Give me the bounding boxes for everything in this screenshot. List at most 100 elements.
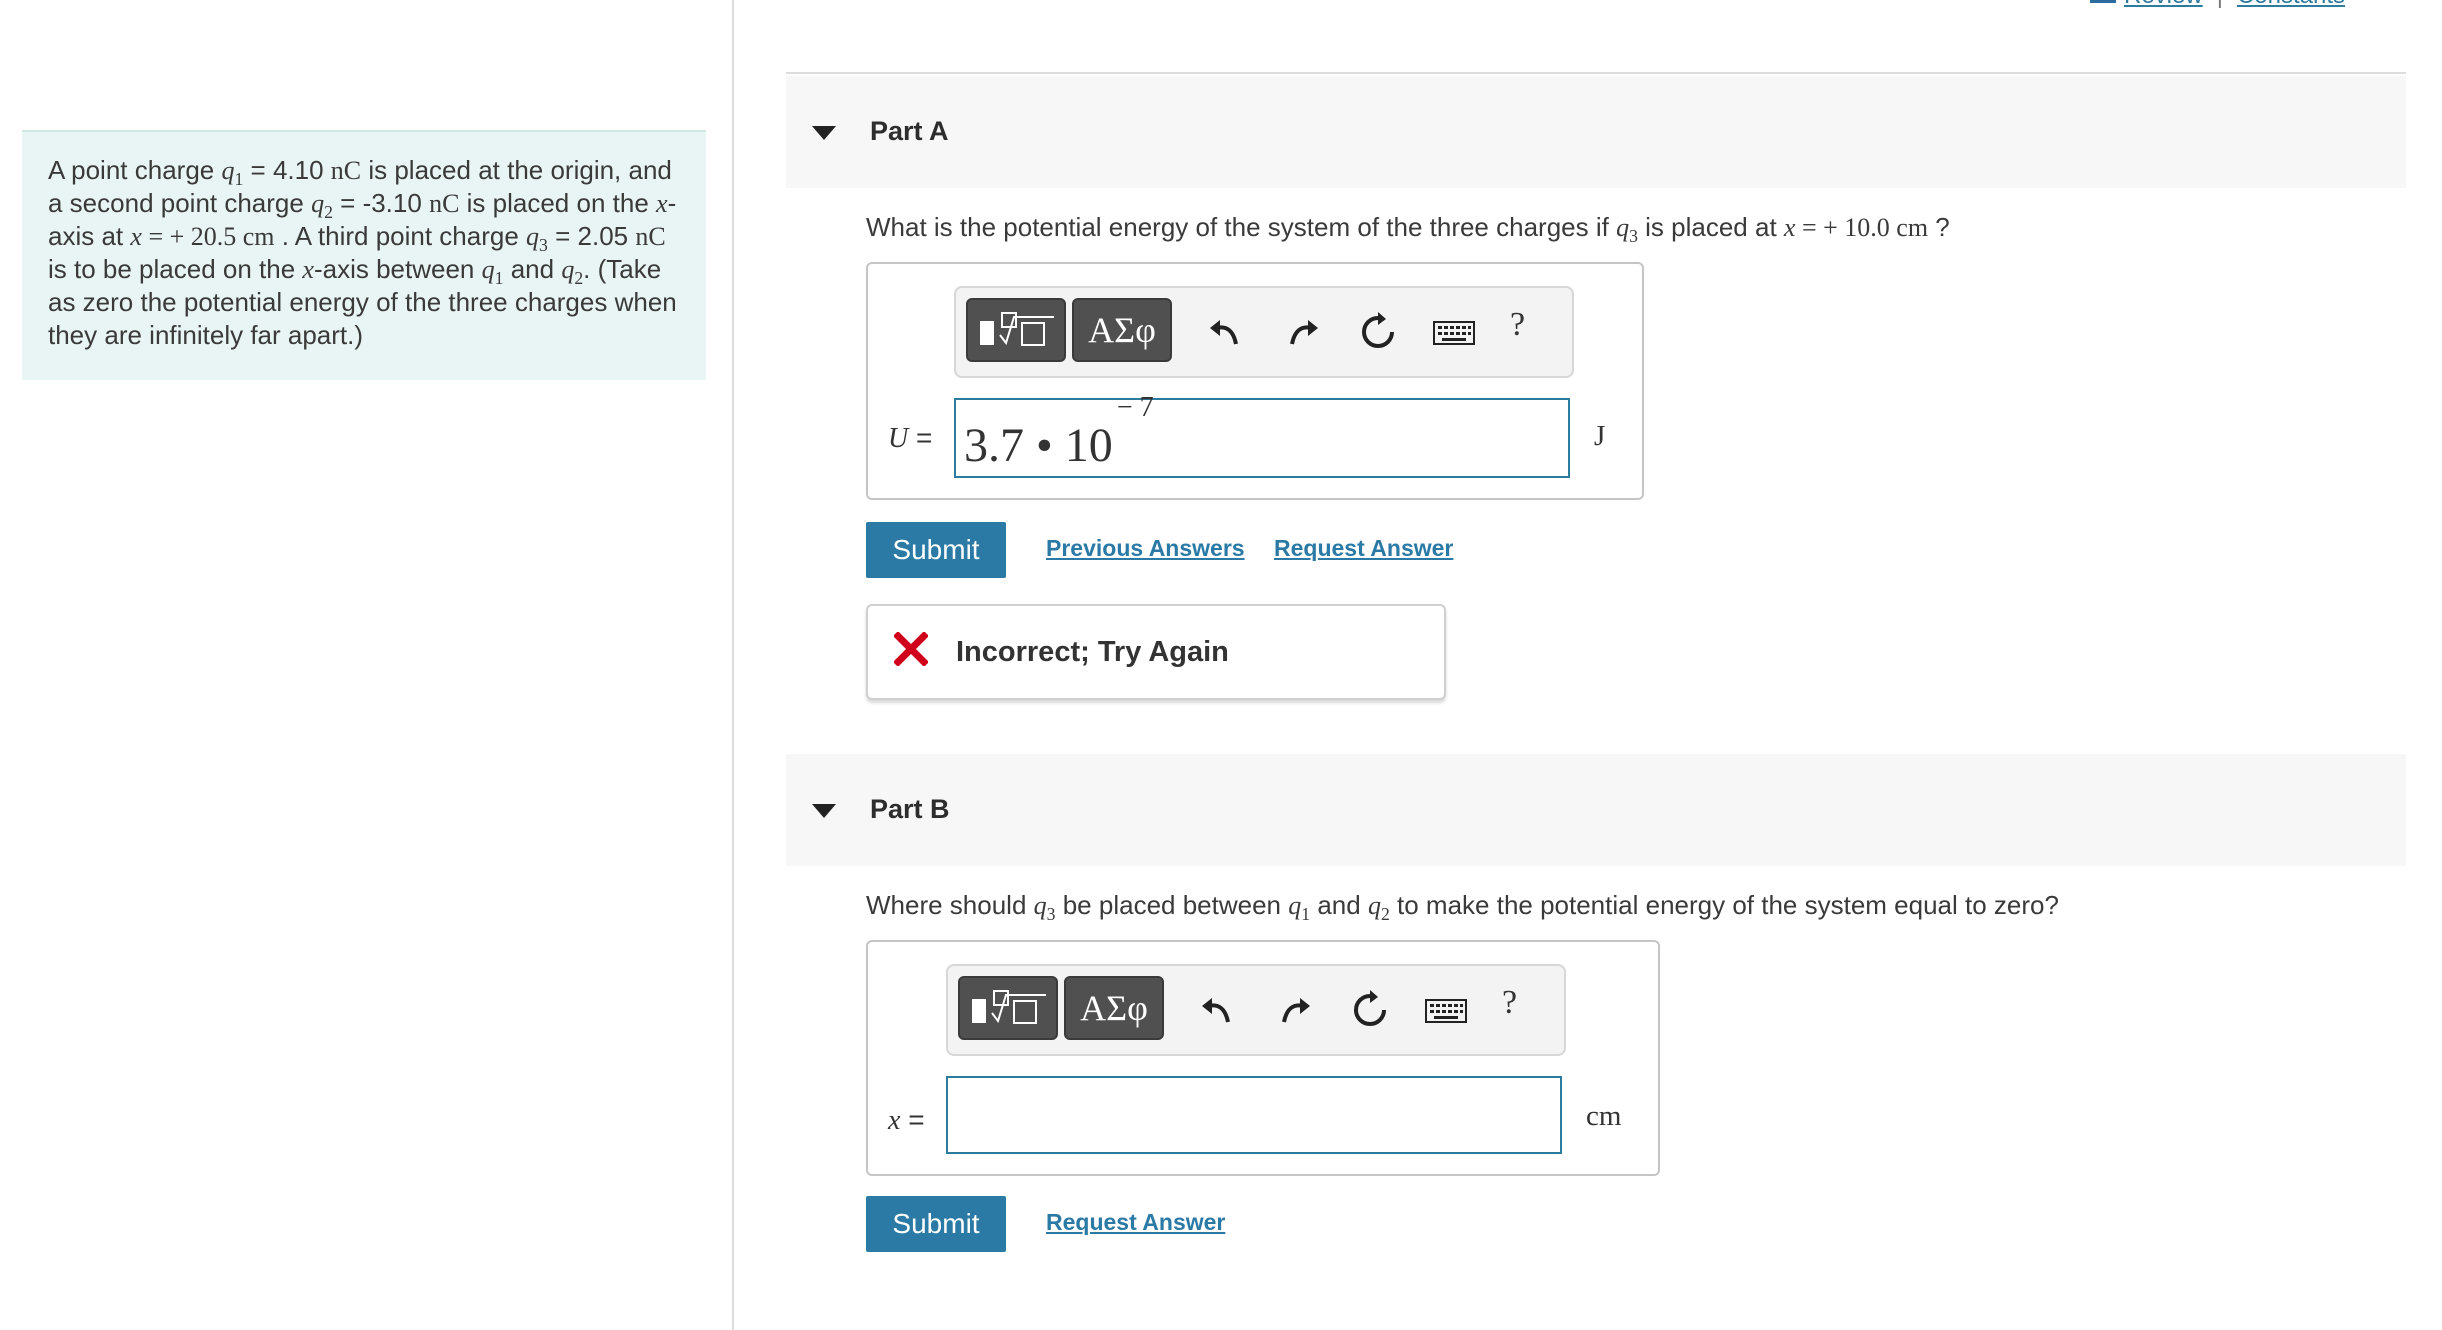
column-divider bbox=[732, 0, 734, 1330]
part-b-answer-input[interactable] bbox=[946, 1076, 1562, 1154]
part-a-header[interactable]: Part A bbox=[786, 76, 2406, 188]
templates-icon bbox=[980, 312, 1054, 346]
part-a-math-toolbar: ΑΣφ ? bbox=[954, 286, 1574, 378]
review-link[interactable]: Review bbox=[2124, 0, 2203, 9]
math-unit: nC bbox=[429, 189, 460, 218]
math-var: U bbox=[888, 423, 909, 454]
math-var: q bbox=[221, 156, 235, 185]
collapse-triangle-icon[interactable] bbox=[812, 126, 836, 140]
math-var: q bbox=[1033, 891, 1047, 920]
part-b-math-toolbar: ΑΣφ ? bbox=[946, 964, 1566, 1056]
part-b-submit-button[interactable]: Submit bbox=[866, 1196, 1006, 1252]
equals-sign: = bbox=[900, 1104, 925, 1135]
keyboard-icon[interactable] bbox=[1424, 990, 1468, 1030]
math-var: q bbox=[1616, 213, 1630, 242]
top-links: Review | Constants bbox=[2090, 0, 2345, 10]
feedback-text: Incorrect; Try Again bbox=[956, 636, 1229, 668]
math-var: x bbox=[130, 222, 142, 251]
book-icon bbox=[2090, 0, 2116, 3]
redo-icon[interactable] bbox=[1282, 312, 1322, 352]
math-var: q bbox=[311, 189, 325, 218]
math-var: q bbox=[1367, 891, 1381, 920]
part-b-question: Where should q3 be placed between q1 and… bbox=[866, 890, 2059, 925]
math-var: q bbox=[1288, 891, 1302, 920]
question-text: is placed at bbox=[1637, 212, 1777, 242]
problem-text: and bbox=[503, 254, 555, 284]
problem-text: = 4.10 bbox=[243, 155, 324, 185]
part-a-unit: J bbox=[1594, 420, 1606, 452]
part-b-variable-label: x = bbox=[888, 1104, 925, 1137]
part-a-request-answer-link[interactable]: Request Answer bbox=[1274, 535, 1453, 562]
part-a-answer-box: ΑΣφ ? U = 3.7 • 10− 7 J bbox=[866, 262, 1644, 500]
feedback-box: Incorrect; Try Again bbox=[866, 604, 1446, 700]
collapse-triangle-icon[interactable] bbox=[812, 804, 836, 818]
answer-mantissa: 3.7 • 10 bbox=[964, 419, 1113, 472]
math-sub: 3 bbox=[1629, 226, 1638, 247]
part-b-request-answer-link[interactable]: Request Answer bbox=[1046, 1209, 1225, 1236]
part-b-header[interactable]: Part B bbox=[786, 754, 2406, 866]
question-text: ? bbox=[1928, 212, 1950, 242]
problem-text: A point charge bbox=[48, 155, 215, 185]
problem-text: is to be placed on the bbox=[48, 254, 296, 284]
part-b-title: Part B bbox=[870, 794, 950, 824]
math-unit: cm bbox=[236, 222, 275, 251]
question-text: to make the potential energy of the syst… bbox=[1389, 890, 2059, 920]
incorrect-x-icon bbox=[894, 632, 928, 666]
problem-text: = 2.05 bbox=[547, 221, 629, 251]
math-sub: 2 bbox=[1380, 904, 1390, 925]
math-var: x bbox=[1783, 213, 1796, 242]
problem-text: = -3.10 bbox=[332, 188, 422, 218]
math-sub: 1 bbox=[234, 169, 244, 190]
greek-symbols-button[interactable]: ΑΣφ bbox=[1064, 976, 1164, 1040]
problem-text: -axis between bbox=[313, 254, 475, 284]
top-rule bbox=[786, 72, 2406, 74]
math-var: q bbox=[481, 255, 495, 284]
question-text: and bbox=[1310, 890, 1361, 920]
templates-button[interactable] bbox=[958, 976, 1058, 1040]
math-var: x bbox=[302, 255, 314, 284]
math-var: x bbox=[656, 189, 668, 218]
previous-answers-link[interactable]: Previous Answers bbox=[1046, 535, 1245, 562]
help-button[interactable]: ? bbox=[1502, 984, 1517, 1022]
redo-icon[interactable] bbox=[1274, 990, 1314, 1030]
part-a-variable-label: U = bbox=[888, 422, 932, 455]
question-text: be placed between bbox=[1055, 890, 1282, 920]
math-var: x bbox=[888, 1105, 901, 1136]
math-value: = + 20.5 bbox=[141, 222, 237, 251]
constants-link[interactable]: Constants bbox=[2237, 0, 2345, 9]
keyboard-icon[interactable] bbox=[1432, 312, 1476, 352]
link-separator: | bbox=[2217, 0, 2223, 9]
templates-icon bbox=[972, 990, 1046, 1024]
help-button[interactable]: ? bbox=[1510, 306, 1525, 344]
undo-icon[interactable] bbox=[1206, 312, 1246, 352]
undo-icon[interactable] bbox=[1198, 990, 1238, 1030]
math-value: = + 10.0 bbox=[1795, 213, 1890, 242]
templates-button[interactable] bbox=[966, 298, 1066, 362]
part-a-question: What is the potential energy of the syst… bbox=[866, 212, 1950, 247]
math-sub: 3 bbox=[539, 235, 548, 256]
part-a-title: Part A bbox=[870, 116, 949, 146]
math-unit: cm bbox=[1889, 213, 1929, 242]
math-sub: 1 bbox=[1301, 904, 1311, 925]
problem-statement: A point charge q1 = 4.10 nC is placed at… bbox=[22, 130, 706, 380]
greek-symbols-button[interactable]: ΑΣφ bbox=[1072, 298, 1172, 362]
math-sub: 2 bbox=[324, 202, 333, 223]
part-b-unit: cm bbox=[1586, 1100, 1622, 1132]
part-b-answer-box: ΑΣφ ? x = cm bbox=[866, 940, 1660, 1176]
math-var: q bbox=[561, 255, 575, 284]
question-text: Where should bbox=[866, 890, 1027, 920]
problem-text: is placed on the bbox=[459, 188, 649, 218]
part-a-submit-button[interactable]: Submit bbox=[866, 522, 1006, 578]
equals-sign: = bbox=[908, 422, 933, 453]
math-sub: 2 bbox=[574, 268, 584, 289]
reset-icon[interactable] bbox=[1358, 312, 1398, 352]
math-sub: 3 bbox=[1046, 904, 1056, 925]
math-unit: nC bbox=[330, 156, 362, 185]
problem-text: . A third point charge bbox=[274, 221, 519, 251]
part-a-answer-input[interactable]: 3.7 • 10− 7 bbox=[954, 392, 1570, 478]
math-unit: nC bbox=[635, 222, 666, 251]
answer-exponent: − 7 bbox=[1116, 392, 1154, 423]
reset-icon[interactable] bbox=[1350, 990, 1390, 1030]
question-text: What is the potential energy of the syst… bbox=[866, 212, 1609, 242]
math-var: q bbox=[526, 222, 540, 251]
